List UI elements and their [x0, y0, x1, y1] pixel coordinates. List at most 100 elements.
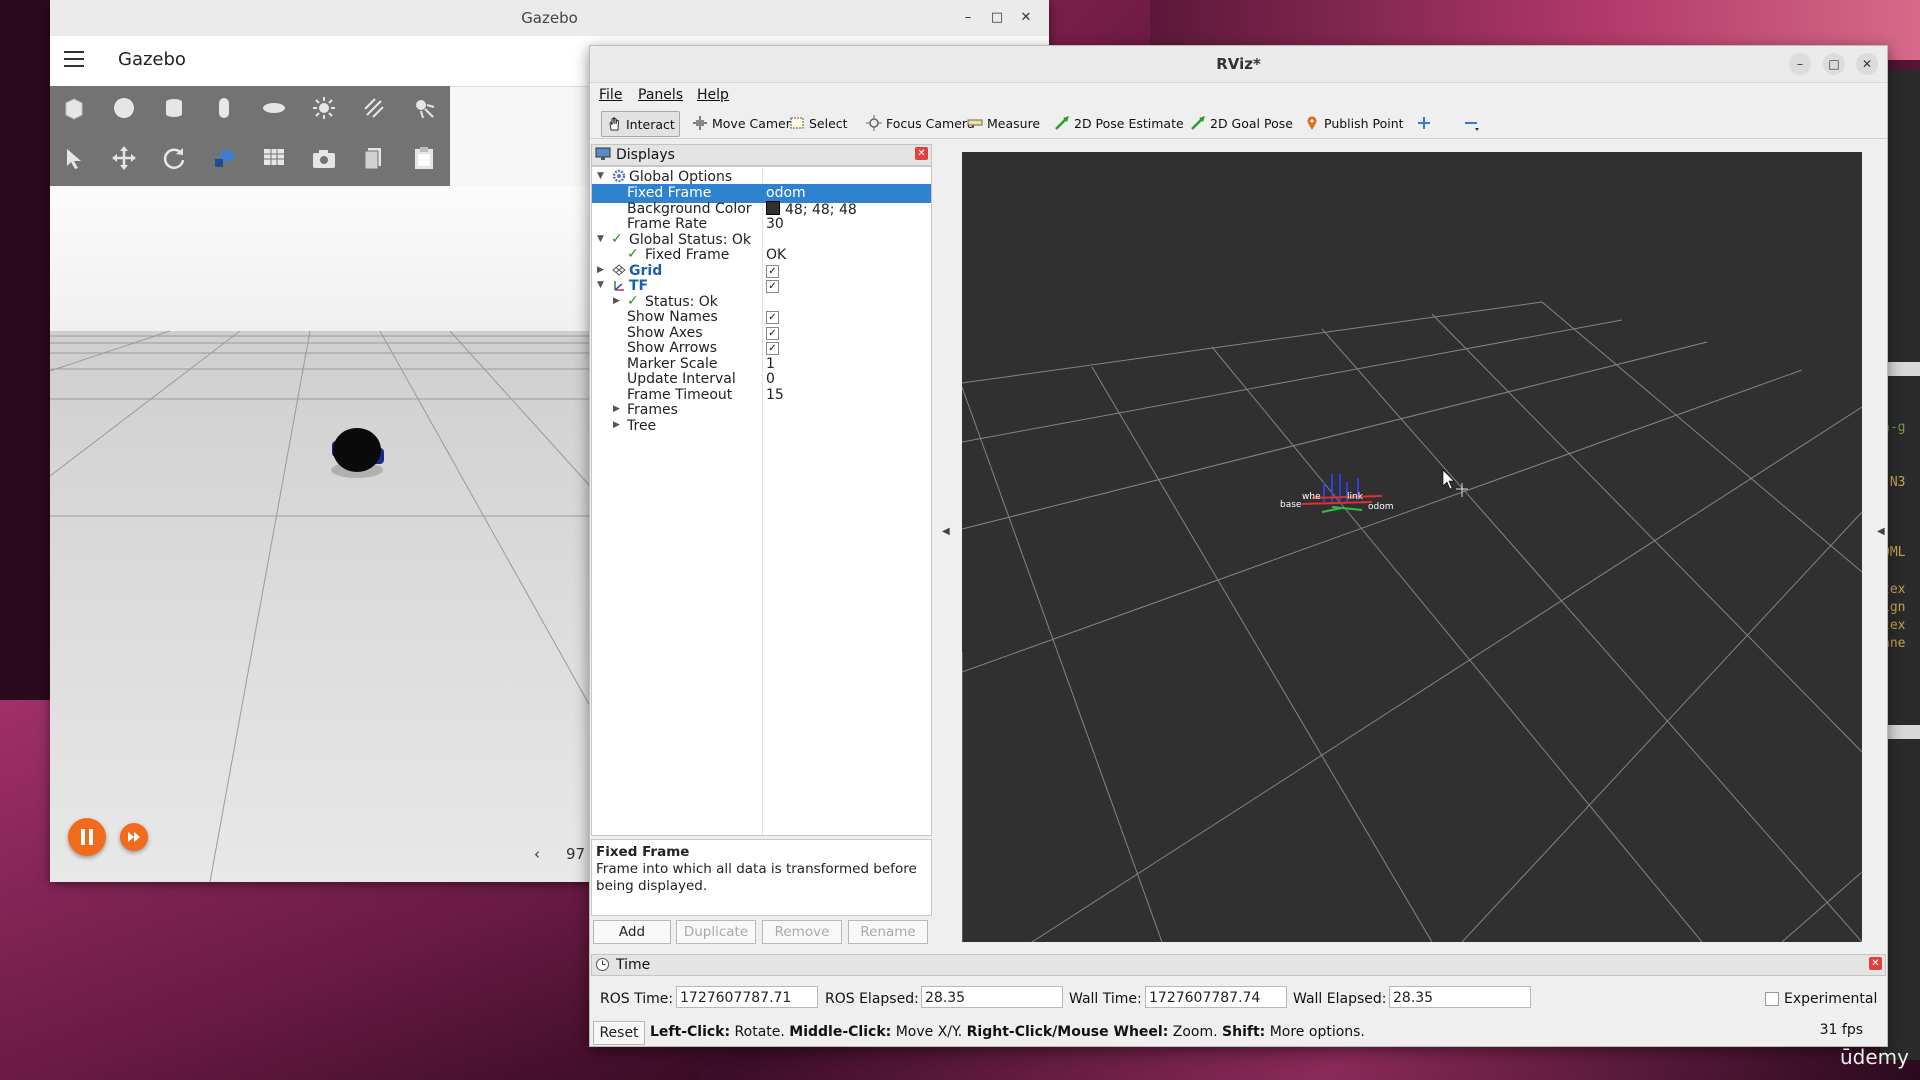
update-interval-value[interactable]: 0 [766, 371, 775, 387]
screenshot-camera-icon[interactable] [306, 140, 342, 176]
tree-row-tree[interactable]: ▶ Tree [592, 417, 931, 436]
time-panel-title: Time [616, 957, 651, 973]
close-icon[interactable]: ✕ [1016, 8, 1036, 28]
measure-label: Measure [987, 115, 1041, 131]
grid-icon[interactable] [256, 140, 292, 176]
wall-time-field[interactable]: 1727607787.74 [1145, 986, 1287, 1008]
gazebo-ground-plane [50, 186, 590, 882]
sun-light-icon[interactable] [306, 90, 342, 126]
monitor-icon [595, 147, 611, 165]
publish-point-tool-button[interactable]: Publish Point [1300, 111, 1408, 135]
remove-display-button[interactable]: Remove [762, 920, 842, 944]
duplicate-display-button[interactable]: Duplicate [676, 920, 756, 944]
property-description: Fixed Frame Frame into which all data is… [591, 839, 932, 916]
focus-camera-tool-button[interactable]: Focus Camera [862, 111, 979, 135]
displays-panel-header: Displays ✕ [591, 144, 932, 166]
rotate-icon[interactable] [156, 140, 192, 176]
select-tool-button[interactable]: Select [785, 111, 852, 135]
reset-button[interactable]: Reset [593, 1021, 645, 1045]
sim-stat-value: 97 [566, 845, 586, 863]
minus-icon [1463, 115, 1479, 131]
wall-elapsed-field[interactable]: 28.35 [1389, 986, 1531, 1008]
ros-elapsed-label: ROS Elapsed: [825, 991, 919, 1007]
collapse-right-icon[interactable]: ◀ [1877, 526, 1885, 537]
clock-icon [595, 957, 610, 976]
select-box-icon [789, 115, 805, 131]
gazebo-titlebar[interactable]: Gazebo – □ ✕ [50, 0, 1049, 37]
minimize-icon[interactable]: – [958, 8, 978, 28]
chevron-left-icon[interactable]: ‹ [534, 845, 540, 863]
close-icon[interactable]: ✕ [1856, 53, 1878, 75]
ruler-icon [967, 115, 983, 131]
rviz-3d-view[interactable]: base whe link odom [962, 152, 1862, 942]
rviz-menubar: File Panels Help [590, 83, 1887, 107]
svg-text:link: link [1347, 492, 1364, 502]
maximize-icon[interactable]: □ [1823, 53, 1845, 75]
checkmark-icon: ✓ [627, 293, 639, 309]
snap-icon[interactable] [206, 140, 242, 176]
gazebo-toolbar [50, 86, 450, 186]
close-panel-icon[interactable]: ✕ [915, 147, 928, 160]
ros-time-field[interactable]: 1727607787.71 [676, 986, 818, 1008]
show-arrows-checkbox[interactable]: ✓ [766, 342, 779, 355]
measure-tool-button[interactable]: Measure [963, 111, 1044, 135]
menu-help[interactable]: Help [697, 87, 729, 103]
checkmark-icon: ✓ [611, 231, 623, 247]
fixed-frame-value[interactable]: odom [766, 185, 806, 201]
ros-elapsed-field[interactable]: 28.35 [921, 986, 1063, 1008]
mouse-help-text: Left-Click: Rotate. Middle-Click: Move X… [650, 1024, 1365, 1040]
fps-counter: 31 fps [1819, 1022, 1863, 1038]
focus-camera-icon [866, 115, 882, 131]
menu-file[interactable]: File [599, 87, 622, 103]
green-arrow-icon [1054, 115, 1070, 131]
menu-panels[interactable]: Panels [638, 87, 683, 103]
svg-text:whe: whe [1302, 492, 1321, 502]
focus-camera-label: Focus Camera [886, 115, 975, 131]
pause-button[interactable] [68, 818, 106, 856]
translate-icon[interactable] [106, 140, 142, 176]
select-arrow-icon[interactable] [56, 140, 92, 176]
step-forward-button[interactable] [120, 823, 148, 851]
directional-light-icon[interactable] [356, 90, 392, 126]
displays-button-row: Add Duplicate Remove Rename [590, 920, 931, 944]
hamburger-menu-icon[interactable] [64, 51, 84, 67]
sphere-icon[interactable] [106, 90, 142, 126]
status-bar: Reset Left-Click: Rotate. Middle-Click: … [590, 1018, 1885, 1045]
move-camera-icon [692, 115, 708, 131]
minimize-icon[interactable]: – [1789, 53, 1811, 75]
spot-light-icon[interactable] [406, 90, 442, 126]
add-display-button[interactable]: Add [593, 920, 671, 944]
gazebo-3d-scene[interactable] [50, 186, 590, 882]
frame-rate-value[interactable]: 30 [766, 216, 784, 232]
rviz-window-title: RViz* [1216, 55, 1261, 73]
rviz-titlebar[interactable]: RViz* – □ ✕ [590, 46, 1887, 83]
2d-goal-pose-tool-button[interactable]: 2D Goal Pose [1186, 111, 1297, 135]
ellipsoid-icon[interactable] [256, 90, 292, 126]
box-icon[interactable] [56, 90, 92, 126]
capsule-icon[interactable] [206, 90, 242, 126]
time-fields-row: ROS Time: 1727607787.71 ROS Elapsed: 28.… [590, 984, 1885, 1014]
close-panel-icon[interactable]: ✕ [1869, 957, 1882, 970]
svg-text:odom: odom [1368, 502, 1394, 512]
paste-icon[interactable] [406, 140, 442, 176]
hand-icon [606, 116, 622, 132]
tf-frames-cluster: base whe link odom [1280, 474, 1394, 513]
interact-label: Interact [626, 116, 675, 132]
2d-pose-estimate-tool-button[interactable]: 2D Pose Estimate [1050, 111, 1188, 135]
collapse-left-icon[interactable]: ◀ [942, 526, 950, 537]
experimental-checkbox[interactable] [1765, 992, 1779, 1006]
gazebo-app-title: Gazebo [118, 49, 186, 70]
remove-tool-button[interactable] [1459, 111, 1483, 135]
tf-enabled-checkbox[interactable]: ✓ [766, 280, 779, 293]
copy-icon[interactable] [356, 140, 392, 176]
rviz-window: RViz* – □ ✕ File Panels Help Interact Mo… [589, 45, 1888, 1047]
green-arrow-icon [1190, 115, 1206, 131]
cylinder-icon[interactable] [156, 90, 192, 126]
rename-display-button[interactable]: Rename [848, 920, 928, 944]
maximize-icon[interactable]: □ [987, 8, 1007, 28]
interact-tool-button[interactable]: Interact [601, 111, 680, 137]
show-names-checkbox[interactable]: ✓ [766, 311, 779, 324]
rviz-toolbar: Interact Move Camera Select Focus Camera… [590, 108, 1887, 139]
add-tool-button[interactable] [1412, 111, 1436, 135]
2d-goal-pose-label: 2D Goal Pose [1210, 115, 1293, 131]
